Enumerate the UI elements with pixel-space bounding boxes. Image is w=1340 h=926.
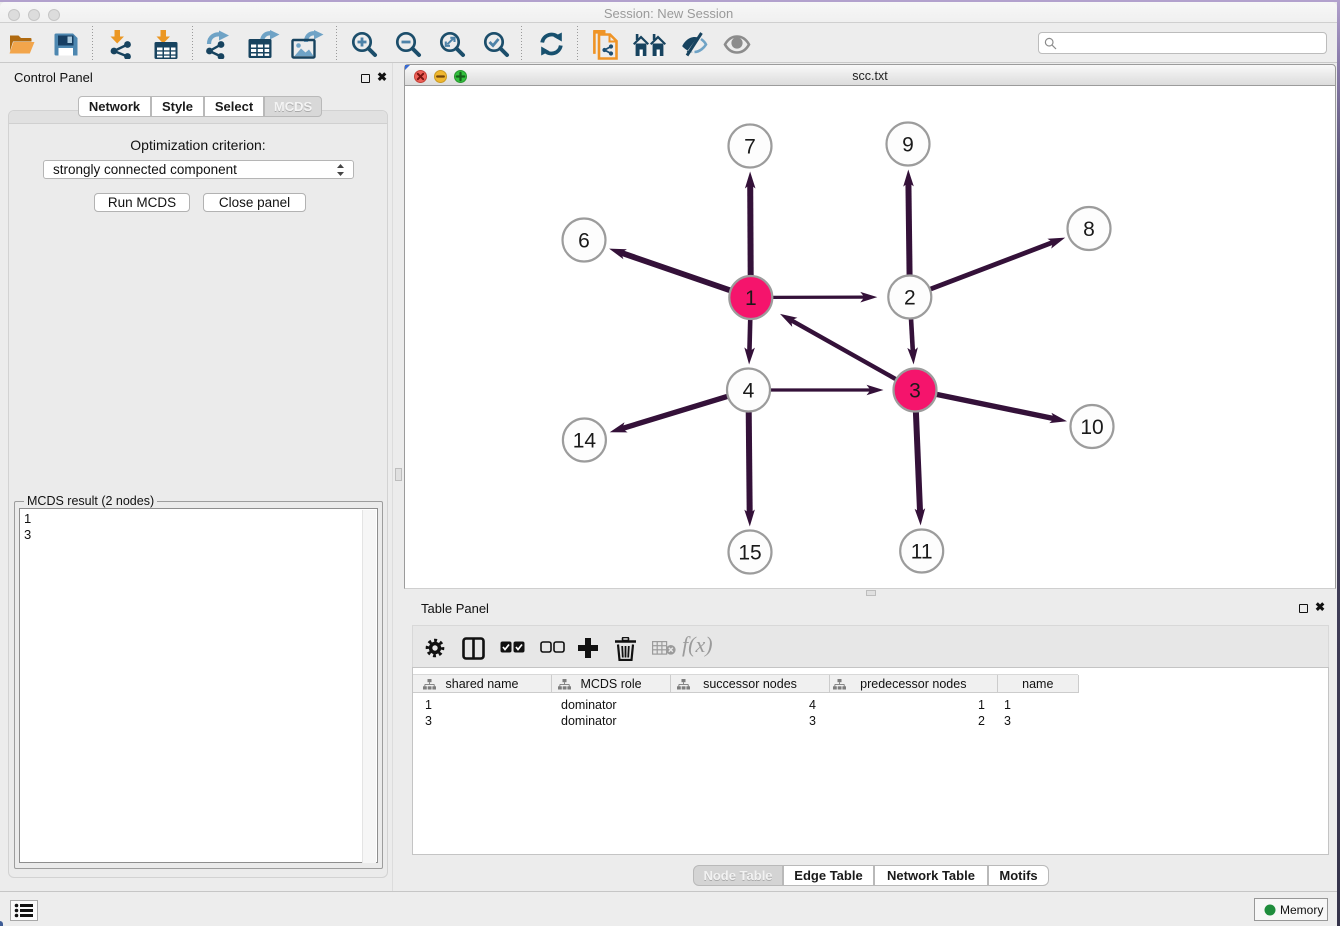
svg-text:15: 15: [738, 542, 761, 565]
svg-text:6: 6: [578, 230, 590, 253]
svg-text:2: 2: [904, 287, 916, 310]
svg-text:3: 3: [909, 380, 921, 403]
svg-text:4: 4: [743, 380, 755, 403]
svg-text:10: 10: [1080, 416, 1103, 439]
svg-text:9: 9: [902, 134, 914, 157]
svg-text:1: 1: [745, 287, 757, 310]
svg-text:11: 11: [911, 541, 933, 564]
svg-text:8: 8: [1083, 218, 1095, 241]
svg-text:14: 14: [573, 430, 597, 453]
svg-text:7: 7: [744, 136, 756, 159]
